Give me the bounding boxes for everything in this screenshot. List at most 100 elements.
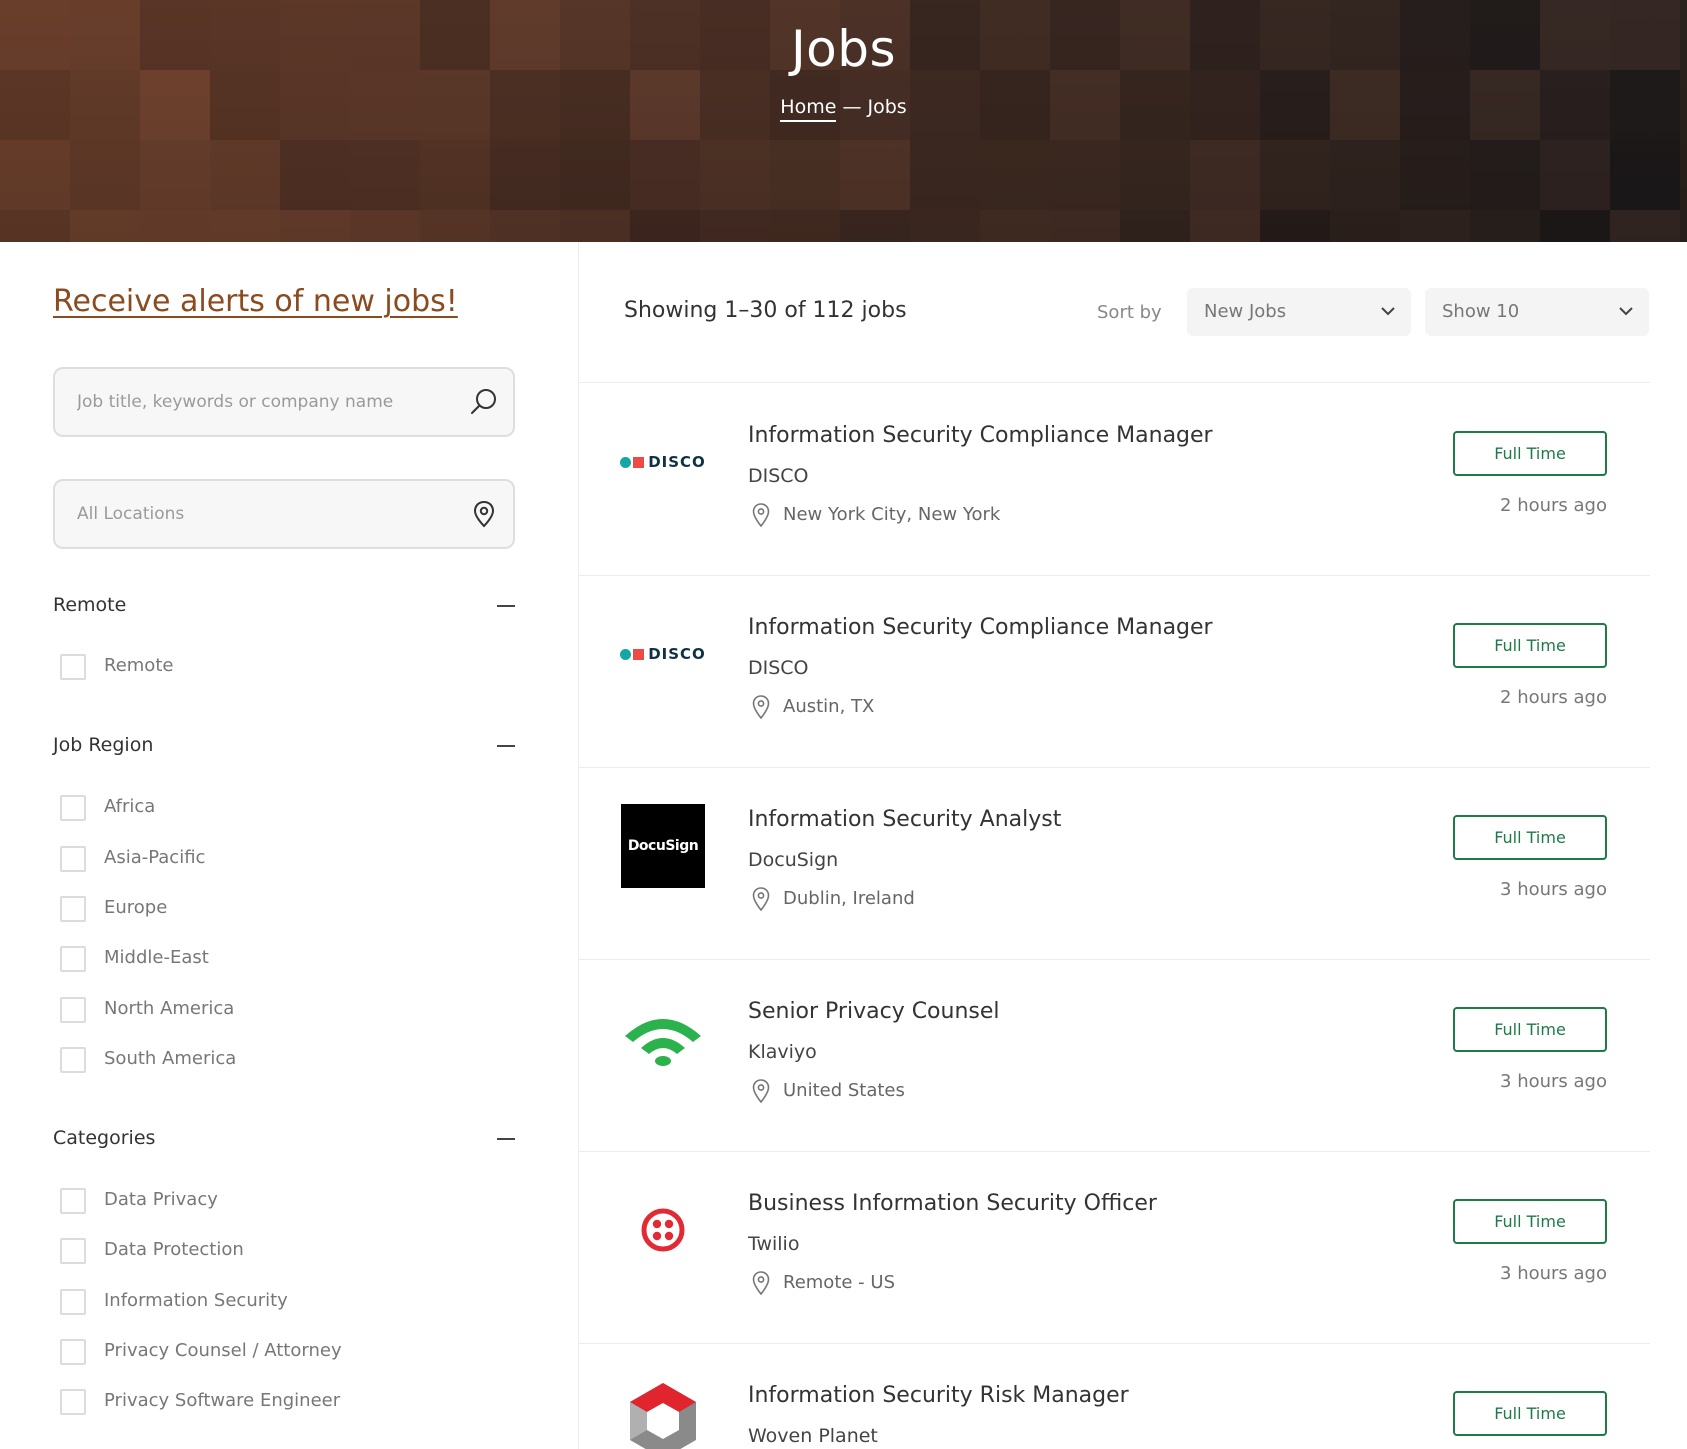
posted-time: 3 hours ago: [1500, 1071, 1607, 1092]
filter-option-data-protection[interactable]: Data Protection: [60, 1235, 480, 1265]
company-name: Klaviyo: [748, 1041, 817, 1063]
disco-wordmark: DISCO: [648, 453, 706, 471]
job-alerts-link[interactable]: Receive alerts of new jobs!: [53, 284, 458, 319]
page-hero: Jobs Home — Jobs: [0, 0, 1687, 242]
docusign-logo: DocuSign: [621, 804, 705, 888]
collapse-minus-icon[interactable]: [497, 745, 515, 747]
location-input[interactable]: [77, 481, 457, 547]
job-type-badge[interactable]: Full Time: [1453, 1199, 1607, 1244]
page-size-select[interactable]: Show 10: [1425, 288, 1649, 336]
posted-time: 2 hours ago: [1500, 687, 1607, 708]
filter-option-information-security[interactable]: Information Security: [60, 1286, 480, 1316]
klaviyo-logo: [621, 996, 705, 1080]
posted-time: 3 hours ago: [1500, 1263, 1607, 1284]
breadcrumb-home-link[interactable]: Home: [780, 96, 837, 122]
filter-option-middle-east[interactable]: Middle-East: [60, 943, 480, 973]
page-size-select-value: Show 10: [1442, 301, 1520, 322]
disco-wordmark: DISCO: [648, 645, 706, 663]
filter-option-label: Data Protection: [104, 1239, 244, 1260]
job-title-link[interactable]: Information Security Compliance Manager: [748, 615, 1213, 640]
job-location: New York City, New York: [783, 504, 1001, 525]
checkbox[interactable]: [60, 1389, 86, 1415]
map-pin-icon: [752, 1079, 770, 1104]
search-icon[interactable]: [469, 387, 499, 417]
checkbox[interactable]: [60, 654, 86, 680]
checkbox[interactable]: [60, 1238, 86, 1264]
job-type-badge[interactable]: Full Time: [1453, 1391, 1607, 1436]
keyword-search-field[interactable]: [53, 367, 515, 437]
job-type-badge[interactable]: Full Time: [1453, 431, 1607, 476]
job-listing: Showing 1–30 of 112 jobs Sort by New Job…: [579, 242, 1687, 1449]
job-title-link[interactable]: Information Security Risk Manager: [748, 1383, 1129, 1408]
job-type-badge[interactable]: Full Time: [1453, 1007, 1607, 1052]
job-location: Remote - US: [783, 1272, 895, 1293]
filter-option-privacy-software-engineer[interactable]: Privacy Software Engineer: [60, 1386, 480, 1416]
job-title-link[interactable]: Business Information Security Officer: [748, 1191, 1157, 1216]
filter-option-label: Europe: [104, 897, 168, 918]
filter-option-label: Remote: [104, 655, 174, 676]
disco-dot: [620, 456, 632, 468]
filter-option-europe[interactable]: Europe: [60, 893, 480, 923]
map-pin-icon: [752, 887, 770, 912]
job-type-badge[interactable]: Full Time: [1453, 623, 1607, 668]
disco-logo-mark: DISCO: [620, 453, 706, 471]
klaviyo-wifi-icon: [625, 1019, 701, 1066]
filter-group-title: Categories: [53, 1127, 156, 1149]
disco-logo: DISCO: [620, 612, 706, 696]
map-pin-icon: [752, 1271, 770, 1296]
job-card[interactable]: DocuSign Information Security Analyst Do…: [579, 767, 1650, 959]
filter-group-title: Job Region: [53, 734, 154, 756]
filter-group-categories[interactable]: Categories: [53, 1125, 515, 1155]
collapse-minus-icon[interactable]: [497, 605, 515, 607]
twilio-logo: [621, 1188, 705, 1272]
checkbox[interactable]: [60, 1289, 86, 1315]
filter-group-job-region[interactable]: Job Region: [53, 732, 515, 762]
map-pin-icon: [752, 695, 770, 720]
filter-option-data-privacy[interactable]: Data Privacy: [60, 1185, 480, 1215]
filter-option-remote[interactable]: Remote: [60, 651, 480, 681]
woven-planet-logo: [621, 1379, 705, 1449]
job-card[interactable]: DISCO Information Security Compliance Ma…: [579, 383, 1650, 575]
location-field[interactable]: [53, 479, 515, 549]
job-card[interactable]: Senior Privacy Counsel Klaviyo United St…: [579, 959, 1650, 1151]
woven-planet-hexagon-icon: [630, 1383, 696, 1449]
checkbox[interactable]: [60, 1339, 86, 1365]
filter-option-label: Middle-East: [104, 947, 209, 968]
checkbox[interactable]: [60, 997, 86, 1023]
filter-option-label: Information Security: [104, 1290, 288, 1311]
filter-option-asia-pacific[interactable]: Asia-Pacific: [60, 843, 480, 873]
checkbox[interactable]: [60, 795, 86, 821]
checkbox[interactable]: [60, 1188, 86, 1214]
filter-option-north-america[interactable]: North America: [60, 994, 480, 1024]
map-pin-icon: [752, 503, 770, 528]
checkbox[interactable]: [60, 896, 86, 922]
results-count: Showing 1–30 of 112 jobs: [624, 298, 907, 323]
job-card[interactable]: DISCO Information Security Compliance Ma…: [579, 575, 1650, 767]
job-card[interactable]: Business Information Security Officer Tw…: [579, 1151, 1650, 1343]
job-title-link[interactable]: Senior Privacy Counsel: [748, 999, 1000, 1024]
company-name: DISCO: [748, 657, 809, 679]
keyword-search-input[interactable]: [77, 369, 457, 435]
filter-group-title: Remote: [53, 594, 127, 616]
sort-select[interactable]: New Jobs: [1187, 288, 1411, 336]
filter-option-label: North America: [104, 998, 235, 1019]
collapse-minus-icon[interactable]: [497, 1138, 515, 1140]
job-type-badge[interactable]: Full Time: [1453, 815, 1607, 860]
checkbox[interactable]: [60, 846, 86, 872]
filter-option-africa[interactable]: Africa: [60, 792, 480, 822]
job-card[interactable]: Information Security Risk Manager Woven …: [579, 1343, 1650, 1449]
checkbox[interactable]: [60, 1047, 86, 1073]
filter-group-remote[interactable]: Remote: [53, 592, 515, 622]
checkbox[interactable]: [60, 946, 86, 972]
filter-option-label: Privacy Software Engineer: [104, 1390, 341, 1411]
job-title-link[interactable]: Information Security Analyst: [748, 807, 1061, 832]
sort-label: Sort by: [1097, 302, 1162, 323]
filter-option-south-america[interactable]: South America: [60, 1044, 480, 1074]
filter-option-label: Africa: [104, 796, 156, 817]
twilio-mark-icon: [641, 1208, 685, 1252]
filter-option-label: South America: [104, 1048, 237, 1069]
job-title-link[interactable]: Information Security Compliance Manager: [748, 423, 1213, 448]
filter-sidebar: Receive alerts of new jobs! Remote Remot…: [0, 242, 578, 1449]
job-location: Dublin, Ireland: [783, 888, 915, 909]
filter-option-privacy-counsel[interactable]: Privacy Counsel / Attorney: [60, 1336, 480, 1366]
